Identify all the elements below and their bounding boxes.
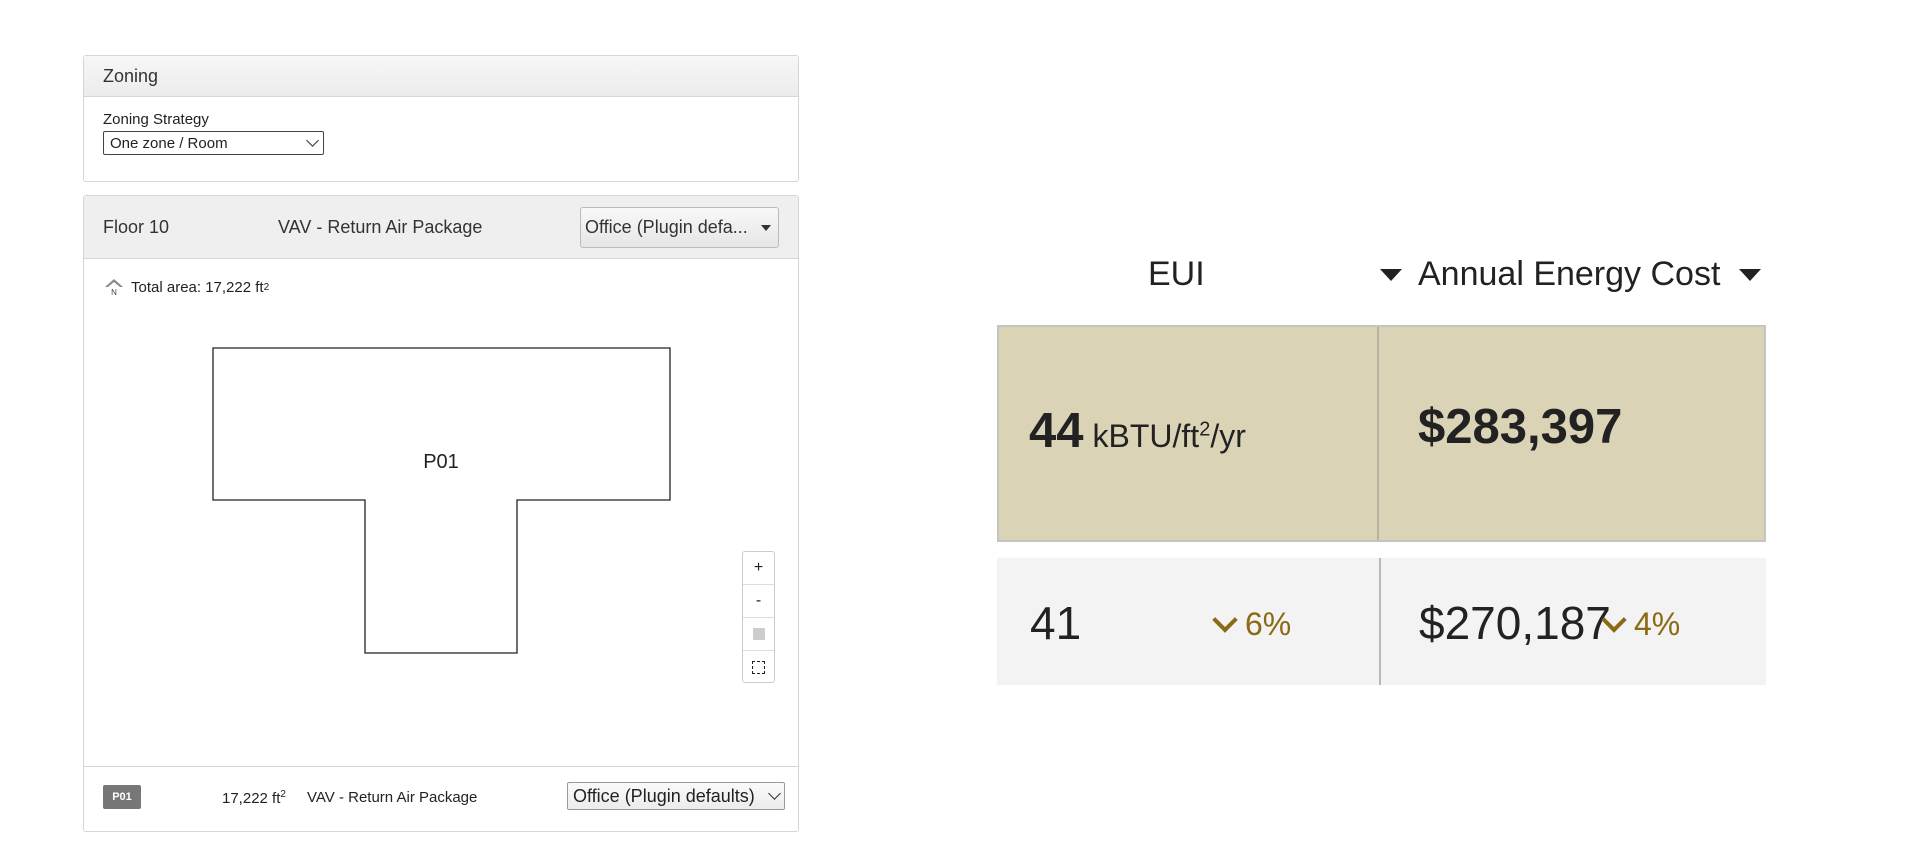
zoom-in-button[interactable]: + (743, 552, 774, 585)
zone-space-type-select[interactable]: Office (Plugin defaults) (567, 782, 785, 810)
eui-header-label: EUI (1148, 255, 1205, 293)
zoning-strategy-label: Zoning Strategy (103, 111, 209, 128)
cost-header[interactable]: Annual Energy Cost (1418, 255, 1761, 294)
zoning-header: Zoning (84, 56, 798, 97)
baseline-cost-change-value: 4% (1634, 606, 1681, 642)
eui-unit-exp: 2 (1199, 418, 1211, 441)
eui-unit: kBTU/ft2/yr (1093, 418, 1246, 455)
chevron-down-icon (306, 134, 319, 147)
zoning-strategy-select[interactable]: One zone / Room (103, 131, 324, 155)
baseline-cost-change: 4% (1601, 606, 1681, 643)
divider (1379, 558, 1381, 685)
select-area-button[interactable] (743, 651, 774, 684)
zoning-strategy-value: One zone / Room (110, 134, 228, 152)
baseline-metrics: 41 6% $270,187 4% (997, 558, 1766, 685)
zone-shape-p01[interactable] (212, 347, 671, 654)
current-eui: 44 kBTU/ft2/yr (1029, 403, 1246, 459)
floor-space-type-dropdown[interactable]: Office (Plugin defa... (580, 207, 779, 248)
zone-area-exp: 2 (280, 789, 286, 800)
caret-down-icon (1380, 268, 1402, 281)
selection-box-icon (752, 661, 765, 674)
zone-space-type-value: Office (Plugin defaults) (573, 785, 755, 806)
floor-header: Floor 10 VAV - Return Air Package Office… (84, 196, 798, 259)
zone-badge: P01 (103, 785, 141, 809)
chevron-down-icon (768, 787, 781, 800)
zone-area: 17,222 ft2 (222, 789, 286, 807)
chevron-down-icon (1601, 607, 1627, 633)
caret-down-icon (1739, 268, 1761, 281)
floor-name: Floor 10 (103, 217, 170, 237)
floor-panel: Floor 10 VAV - Return Air Package Office… (83, 195, 799, 832)
baseline-eui-value: 41 (1030, 597, 1082, 649)
zoning-title: Zoning (103, 65, 159, 86)
zoom-out-button[interactable]: - (743, 585, 774, 618)
chevron-down-icon (1212, 607, 1238, 633)
baseline-cost-value: $270,187 (1419, 597, 1611, 649)
zone-area-text: 17,222 ft (222, 790, 281, 807)
divider (1377, 327, 1379, 540)
eui-unit-b: /yr (1210, 418, 1246, 454)
floor-space-type-value: Office (Plugin defa... (585, 217, 748, 237)
floor-plan: P01 (212, 347, 671, 654)
fit-view-button[interactable] (743, 618, 774, 651)
baseline-eui-change: 6% (1212, 606, 1292, 643)
zone-system: VAV - Return Air Package (307, 789, 478, 806)
caret-down-icon (761, 224, 771, 231)
zone-row: P01 17,222 ft2 VAV - Return Air Package … (84, 766, 798, 831)
floor-system: VAV - Return Air Package (278, 217, 483, 237)
square-icon (752, 628, 765, 640)
zone-label-p01: P01 (423, 451, 459, 473)
current-metrics: 44 kBTU/ft2/yr $283,397 (997, 325, 1766, 542)
map-controls: + - (742, 551, 775, 683)
baseline-eui-change-value: 6% (1245, 606, 1292, 642)
cost-header-label: Annual Energy Cost (1418, 255, 1721, 293)
current-eui-value: 44 (1029, 404, 1084, 458)
eui-unit-a: kBTU/ft (1092, 418, 1200, 454)
current-cost-value: $283,397 (1418, 400, 1623, 454)
zoning-panel: Zoning Zoning Strategy One zone / Room (83, 55, 799, 182)
eui-header[interactable]: EUI (1148, 255, 1402, 294)
